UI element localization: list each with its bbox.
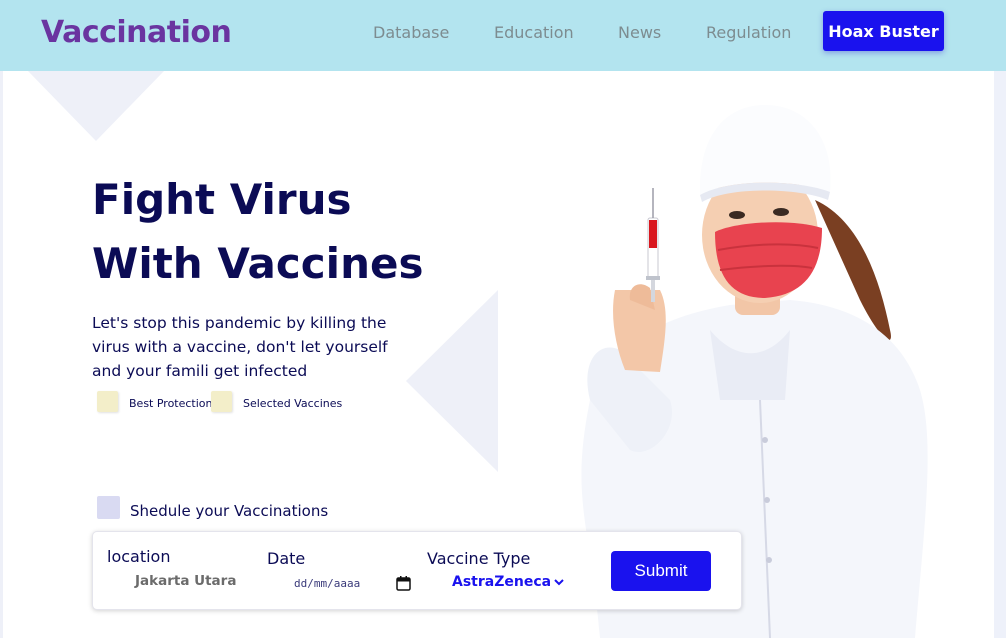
schedule-marker-icon	[97, 496, 120, 519]
decorative-diamond	[406, 290, 498, 472]
nav-link-database[interactable]: Database	[373, 23, 449, 42]
vaccine-type-label: Vaccine Type	[427, 549, 531, 568]
hero-title-line1: Fight Virus	[92, 175, 352, 224]
location-field[interactable]: Jakarta Utara	[135, 573, 236, 589]
date-placeholder: dd/mm/aaaa	[294, 577, 361, 590]
vaccine-type-value: AstraZeneca	[452, 574, 552, 590]
submit-button[interactable]: Submit	[611, 551, 711, 591]
hero-title-line2: With Vaccines	[92, 239, 424, 288]
date-input[interactable]: dd/mm/aaaa	[289, 574, 413, 594]
nav-link-regulation[interactable]: Regulation	[706, 23, 791, 42]
decorative-triangle	[28, 71, 164, 141]
date-label: Date	[267, 549, 306, 568]
feature-marker-icon	[97, 391, 118, 412]
brand-logo[interactable]: Vaccination	[41, 15, 232, 50]
vaccine-type-select[interactable]: AstraZeneca	[452, 573, 570, 595]
schedule-label: Shedule your Vaccinations	[130, 502, 329, 520]
vaccination-form-card: location Jakarta Utara Date dd/mm/aaaa V…	[92, 531, 742, 610]
hoax-buster-button[interactable]: Hoax Buster	[823, 11, 944, 51]
chevron-down-icon	[554, 579, 564, 586]
page-frame-left	[0, 71, 3, 638]
calendar-icon[interactable]	[396, 575, 411, 591]
page-frame-right	[994, 71, 1006, 638]
navbar: Vaccination Database Education News Regu…	[0, 0, 1006, 71]
location-label: location	[107, 547, 171, 566]
feature-label: Best Protection	[129, 397, 213, 410]
feature-label: Selected Vaccines	[243, 397, 343, 410]
hero-title: Fight Virus With Vaccines	[92, 168, 452, 296]
hero-description: Let's stop this pandemic by killing the …	[92, 314, 388, 380]
feature-marker-icon	[211, 391, 232, 412]
nav-link-education[interactable]: Education	[494, 23, 574, 42]
nav-link-news[interactable]: News	[618, 23, 661, 42]
